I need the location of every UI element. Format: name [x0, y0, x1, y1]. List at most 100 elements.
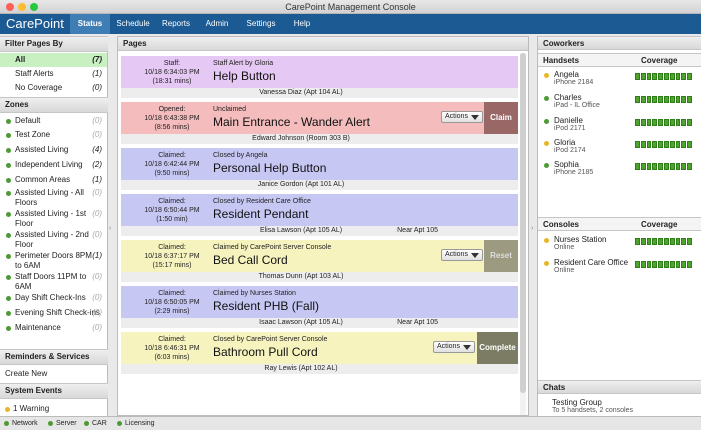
- zone-item[interactable]: Default (0): [0, 116, 107, 126]
- page-card[interactable]: Claimed: 10/18 6:42:44 PM (9:50 mins) Cl…: [121, 148, 518, 190]
- zone-item[interactable]: Common Areas (1): [0, 175, 107, 185]
- status-dot-icon: [6, 178, 11, 183]
- zone-count: (0): [92, 188, 102, 197]
- zone-item[interactable]: Assisted Living (4): [0, 145, 107, 155]
- zone-count: (0): [92, 116, 102, 125]
- nav-reports[interactable]: Reports: [156, 14, 196, 34]
- consoles-label: Consoles: [543, 220, 580, 229]
- chevron-down-icon: [462, 345, 471, 350]
- pages-scrollbar[interactable]: [520, 53, 526, 415]
- nav-settings[interactable]: Settings: [240, 14, 282, 34]
- handsets-column-header: Handsets Coverage: [538, 53, 701, 67]
- page-subtitle: Unclaimed: [213, 106, 247, 113]
- zone-item[interactable]: Perimeter Doors 8PM to 6AM (1): [0, 251, 102, 271]
- collapse-left-arrow-icon[interactable]: ‹: [109, 225, 111, 232]
- nav-status[interactable]: Status: [70, 14, 110, 34]
- coverage-meter: [635, 119, 692, 126]
- actions-dropdown[interactable]: Actions: [433, 341, 475, 353]
- page-card[interactable]: Claimed: 10/18 6:50:05 PM (2:29 mins) Cl…: [121, 286, 518, 328]
- zone-item[interactable]: Test Zone (0): [0, 130, 107, 140]
- handset-device: iPhone 2184: [554, 79, 594, 86]
- zones-header: Zones: [0, 97, 108, 113]
- complete-button[interactable]: Complete: [477, 332, 518, 364]
- handset-item[interactable]: Angela iPhone 2184: [538, 69, 701, 91]
- status-dot-icon: [84, 421, 89, 426]
- status-car: CAR: [84, 417, 107, 430]
- zone-item[interactable]: Day Shift Check-Ins (0): [0, 293, 107, 303]
- handset-item[interactable]: Danielle iPod 2171: [538, 115, 701, 137]
- zone-item[interactable]: Assisted Living - All Floors (0): [0, 188, 102, 208]
- page-subtitle: Closed by Resident Care Office: [213, 198, 311, 205]
- zone-label: Staff Doors 11PM to 6AM: [15, 272, 87, 291]
- page-name: Resident Pendant: [213, 207, 309, 221]
- console-item[interactable]: Resident Care Office Online: [538, 257, 701, 279]
- filter-all[interactable]: All (7): [0, 53, 107, 67]
- page-card-body: Claimed: 10/18 6:50:44 PM (1:50 min) Clo…: [121, 194, 518, 226]
- minimize-window-button[interactable]: [18, 3, 26, 11]
- handset-item[interactable]: Charles iPad - IL Office: [538, 92, 701, 114]
- create-new-reminder[interactable]: Create New: [0, 367, 107, 381]
- zoom-window-button[interactable]: [30, 3, 38, 11]
- page-resident: Janice Gordon (Apt 101 AL): [257, 181, 345, 188]
- page-subtitle: Closed by Angela: [213, 152, 268, 159]
- console-status: Online: [554, 244, 575, 251]
- page-footer: Elisa Lawson (Apt 105 AL) Near Apt 105: [121, 226, 518, 236]
- page-time: Claimed: 10/18 6:46:31 PM (6:03 mins): [123, 335, 221, 362]
- zone-item[interactable]: Independent Living (2): [0, 160, 107, 170]
- page-name: Main Entrance - Wander Alert: [213, 115, 370, 129]
- page-status: Claimed:: [158, 244, 186, 251]
- zone-item[interactable]: Maintenance (0): [0, 323, 107, 333]
- collapse-right-arrow-icon[interactable]: ›: [531, 225, 533, 232]
- console-item[interactable]: Nurses Station Online: [538, 234, 701, 256]
- warning-dot-icon: [5, 407, 10, 412]
- page-card[interactable]: Opened: 10/18 6:43:38 PM (8:56 mins) Unc…: [121, 102, 518, 144]
- coverage-label: Coverage: [641, 56, 678, 65]
- close-window-button[interactable]: [6, 3, 14, 11]
- coverage-meter: [635, 261, 692, 268]
- status-bar: Network Server CAR Licensing: [0, 416, 701, 430]
- handset-item[interactable]: Gloria iPod 2174: [538, 137, 701, 159]
- zone-item[interactable]: Assisted Living - 1st Floor (0): [0, 209, 102, 229]
- claim-button[interactable]: Claim: [484, 102, 518, 134]
- page-status: Claimed:: [158, 198, 186, 205]
- actions-label: Actions: [437, 343, 460, 350]
- nav-help[interactable]: Help: [286, 14, 318, 34]
- nav-schedule[interactable]: Schedule: [112, 14, 154, 34]
- handset-name: Angela: [554, 70, 579, 79]
- zone-label: Assisted Living: [15, 145, 69, 154]
- zone-label: Evening Shift Check-ins: [15, 308, 100, 317]
- page-date: 10/18 6:37:17 PM: [144, 253, 200, 260]
- filter-no-coverage[interactable]: No Coverage (0): [0, 81, 107, 95]
- zone-count: (0): [92, 308, 102, 317]
- page-resident: Edward Johnson (Room 303 B): [252, 135, 350, 142]
- page-card[interactable]: Claimed: 10/18 6:37:17 PM (15:17 mins) C…: [121, 240, 518, 282]
- handset-name: Charles: [554, 93, 582, 102]
- page-time: Claimed: 10/18 6:50:44 PM (1:50 min): [123, 197, 221, 224]
- zone-item[interactable]: Assisted Living - 2nd Floor (0): [0, 230, 102, 250]
- left-sidebar: Filter Pages By All (7) Staff Alerts (1)…: [0, 36, 108, 416]
- page-card[interactable]: Staff: 10/18 6:34:03 PM (18:31 mins) Sta…: [121, 56, 518, 98]
- page-card[interactable]: Claimed: 10/18 6:46:31 PM (6:03 mins) Cl…: [121, 332, 518, 374]
- filter-staff-alerts[interactable]: Staff Alerts (1): [0, 67, 107, 81]
- status-dot-icon: [6, 133, 11, 138]
- page-footer: Janice Gordon (Apt 101 AL): [121, 180, 518, 190]
- nav-admin[interactable]: Admin: [198, 14, 236, 34]
- page-location: Near Apt 105: [397, 319, 438, 326]
- actions-dropdown[interactable]: Actions: [441, 111, 483, 123]
- handset-device: iPhone 2185: [554, 169, 594, 176]
- page-subtitle: Closed by CarePoint Server Console: [213, 336, 328, 343]
- reset-button[interactable]: Reset: [484, 240, 518, 272]
- zone-item[interactable]: Evening Shift Check-ins (0): [0, 308, 107, 318]
- filter-count: (7): [92, 55, 102, 64]
- zone-count: (1): [92, 175, 102, 184]
- page-card[interactable]: Claimed: 10/18 6:50:44 PM (1:50 min) Clo…: [121, 194, 518, 236]
- scrollbar-thumb[interactable]: [520, 53, 526, 393]
- coverage-meter: [635, 141, 692, 148]
- page-card-body: Staff: 10/18 6:34:03 PM (18:31 mins) Sta…: [121, 56, 518, 88]
- warning-item[interactable]: 1 Warning: [0, 403, 107, 415]
- status-dot-icon: [6, 212, 11, 217]
- zone-item[interactable]: Staff Doors 11PM to 6AM (0): [0, 272, 102, 292]
- handset-item[interactable]: Sophia iPhone 2185: [538, 159, 701, 181]
- actions-label: Actions: [445, 113, 468, 120]
- actions-dropdown[interactable]: Actions: [441, 249, 483, 261]
